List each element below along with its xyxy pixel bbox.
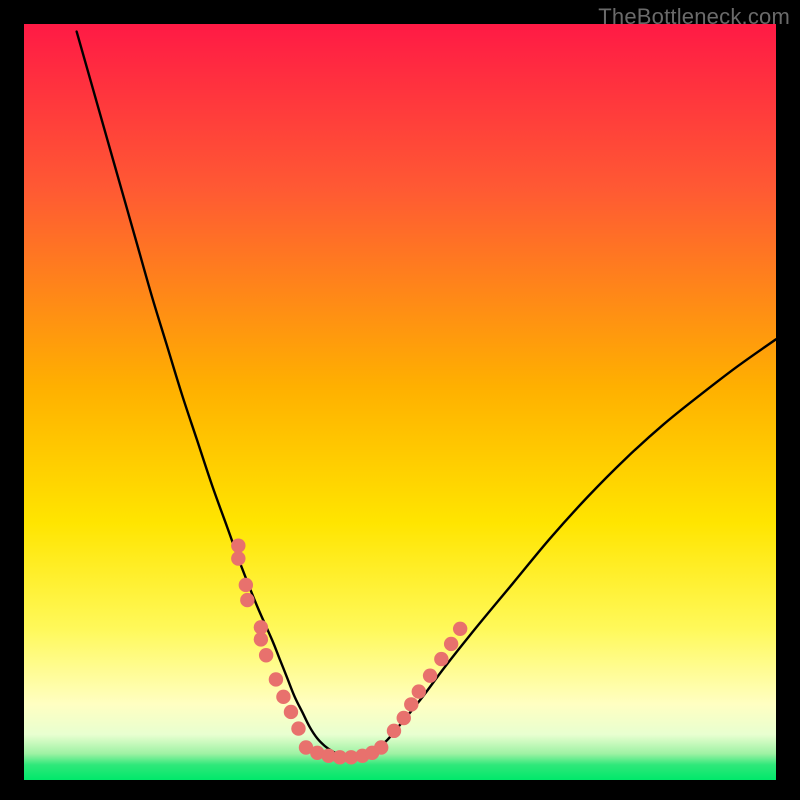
data-dot — [423, 668, 437, 682]
data-dot — [284, 705, 298, 719]
data-dot — [231, 551, 245, 565]
gradient-background — [24, 24, 776, 780]
chart-frame: TheBottleneck.com — [0, 0, 800, 800]
data-dot — [412, 684, 426, 698]
data-dot — [240, 593, 254, 607]
data-dot — [453, 622, 467, 636]
data-dot — [291, 721, 305, 735]
data-dot — [404, 697, 418, 711]
data-dot — [239, 578, 253, 592]
data-dot — [276, 690, 290, 704]
data-dot — [444, 637, 458, 651]
data-dot — [259, 648, 273, 662]
data-dot — [374, 740, 388, 754]
data-dot — [231, 538, 245, 552]
data-dot — [387, 724, 401, 738]
data-dot — [254, 632, 268, 646]
data-dot — [434, 652, 448, 666]
data-dot — [269, 672, 283, 686]
data-dot — [397, 711, 411, 725]
chart-svg — [24, 24, 776, 780]
watermark-text: TheBottleneck.com — [598, 4, 790, 30]
plot-area — [24, 24, 776, 780]
